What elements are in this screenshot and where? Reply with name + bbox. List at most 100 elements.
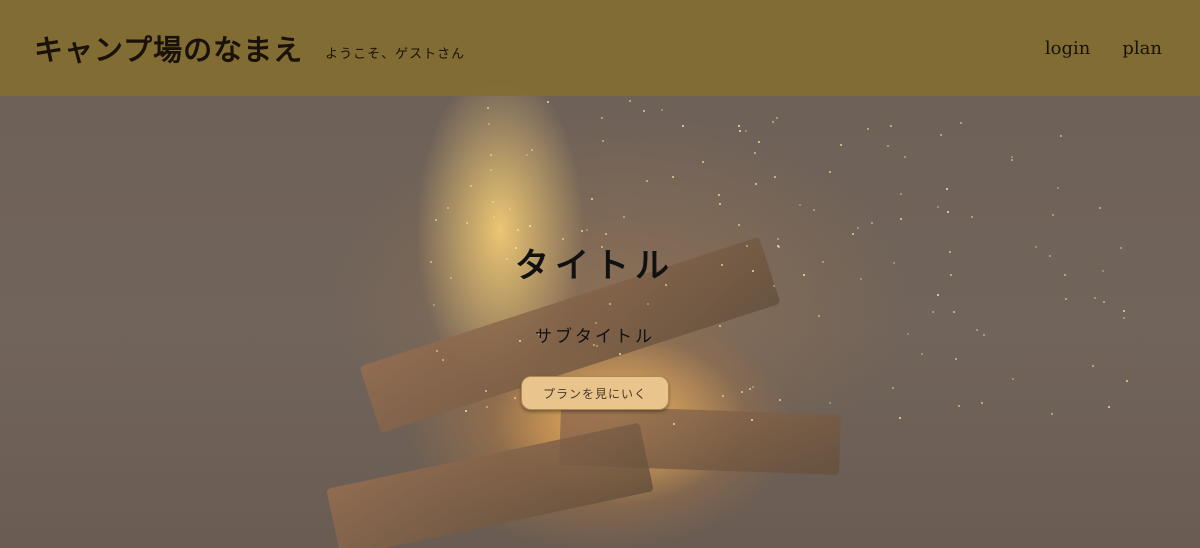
spark [970,216,973,219]
spark [446,206,449,209]
spark [829,401,832,404]
nav-login-link[interactable]: login [1045,38,1090,59]
spark [771,121,774,124]
spark [628,100,631,102]
spark [1057,187,1060,190]
spark [1011,378,1014,381]
spark [605,232,608,235]
spark [435,349,438,352]
spark [601,140,604,143]
spark [866,128,869,131]
spark [1126,379,1129,382]
spark [466,221,469,224]
spark [981,401,984,404]
spark [1065,297,1068,300]
spark [749,387,752,390]
spark [608,303,611,306]
spark [489,153,492,156]
spark [514,396,517,399]
spark [646,303,649,306]
spark [1050,412,1053,415]
spark [758,141,761,144]
spark [508,208,511,211]
spark [661,109,664,112]
spark [752,385,755,388]
spark [899,417,902,420]
spark [490,169,493,172]
spark [775,117,778,120]
spark [799,203,802,206]
spark [957,405,960,408]
spark [717,193,720,196]
spark [530,148,533,151]
spark [931,310,934,313]
spark [1122,309,1125,312]
nav-plan-link[interactable]: plan [1122,38,1162,59]
spark [702,160,705,163]
firewood-log [326,422,654,548]
spark [547,100,549,103]
spark [1051,213,1054,216]
spark [529,224,532,227]
site-header: キャンプ場のなまえ ようこそ、ゲストさん login plan [0,0,1200,96]
spark [671,176,674,179]
view-plans-button[interactable]: プランを見にいく [521,376,669,410]
spark [487,106,490,109]
spark [718,203,721,206]
spark [485,405,488,408]
spark [818,315,821,318]
spark [1123,317,1126,320]
spark [753,151,756,154]
spark [936,294,939,297]
spark [745,129,748,132]
spark [721,395,724,398]
spark [623,216,626,219]
spark [750,419,753,422]
spark [738,129,741,132]
spark [1092,364,1095,367]
spark [681,125,684,128]
spark [738,124,741,127]
spark [432,304,435,307]
spark [812,209,815,212]
spark [755,182,758,185]
spark [642,109,645,112]
spark [434,218,437,221]
welcome-message: ようこそ、ゲストさん [325,46,466,62]
spark [492,216,495,219]
spark [892,386,895,389]
spark [947,211,950,214]
hero-subtitle: サブタイトル [535,327,655,347]
spark [852,232,855,235]
spark [959,122,962,124]
spark [903,155,906,158]
spark [1094,296,1097,299]
spark [937,205,940,208]
spark [871,222,874,225]
spark [1103,301,1106,304]
spark [491,200,494,203]
spark [890,125,893,128]
spark [488,122,490,125]
spark [774,175,777,178]
spark [886,144,889,147]
spark [828,171,831,174]
hero-title: タイトル [515,246,675,286]
spark [939,134,942,137]
spark [900,217,903,220]
spark [580,229,583,232]
spark [1060,134,1063,137]
spark [946,188,949,191]
header-nav: login plan [1045,38,1162,59]
spark [586,228,589,231]
spark [953,311,956,314]
spark [646,180,649,183]
spark [839,143,842,146]
spark [516,228,519,231]
site-title[interactable]: キャンプ場のなまえ [34,27,303,69]
spark [955,358,958,361]
spark [737,224,740,227]
spark [469,184,472,187]
spark [857,226,860,229]
spark [465,409,468,412]
